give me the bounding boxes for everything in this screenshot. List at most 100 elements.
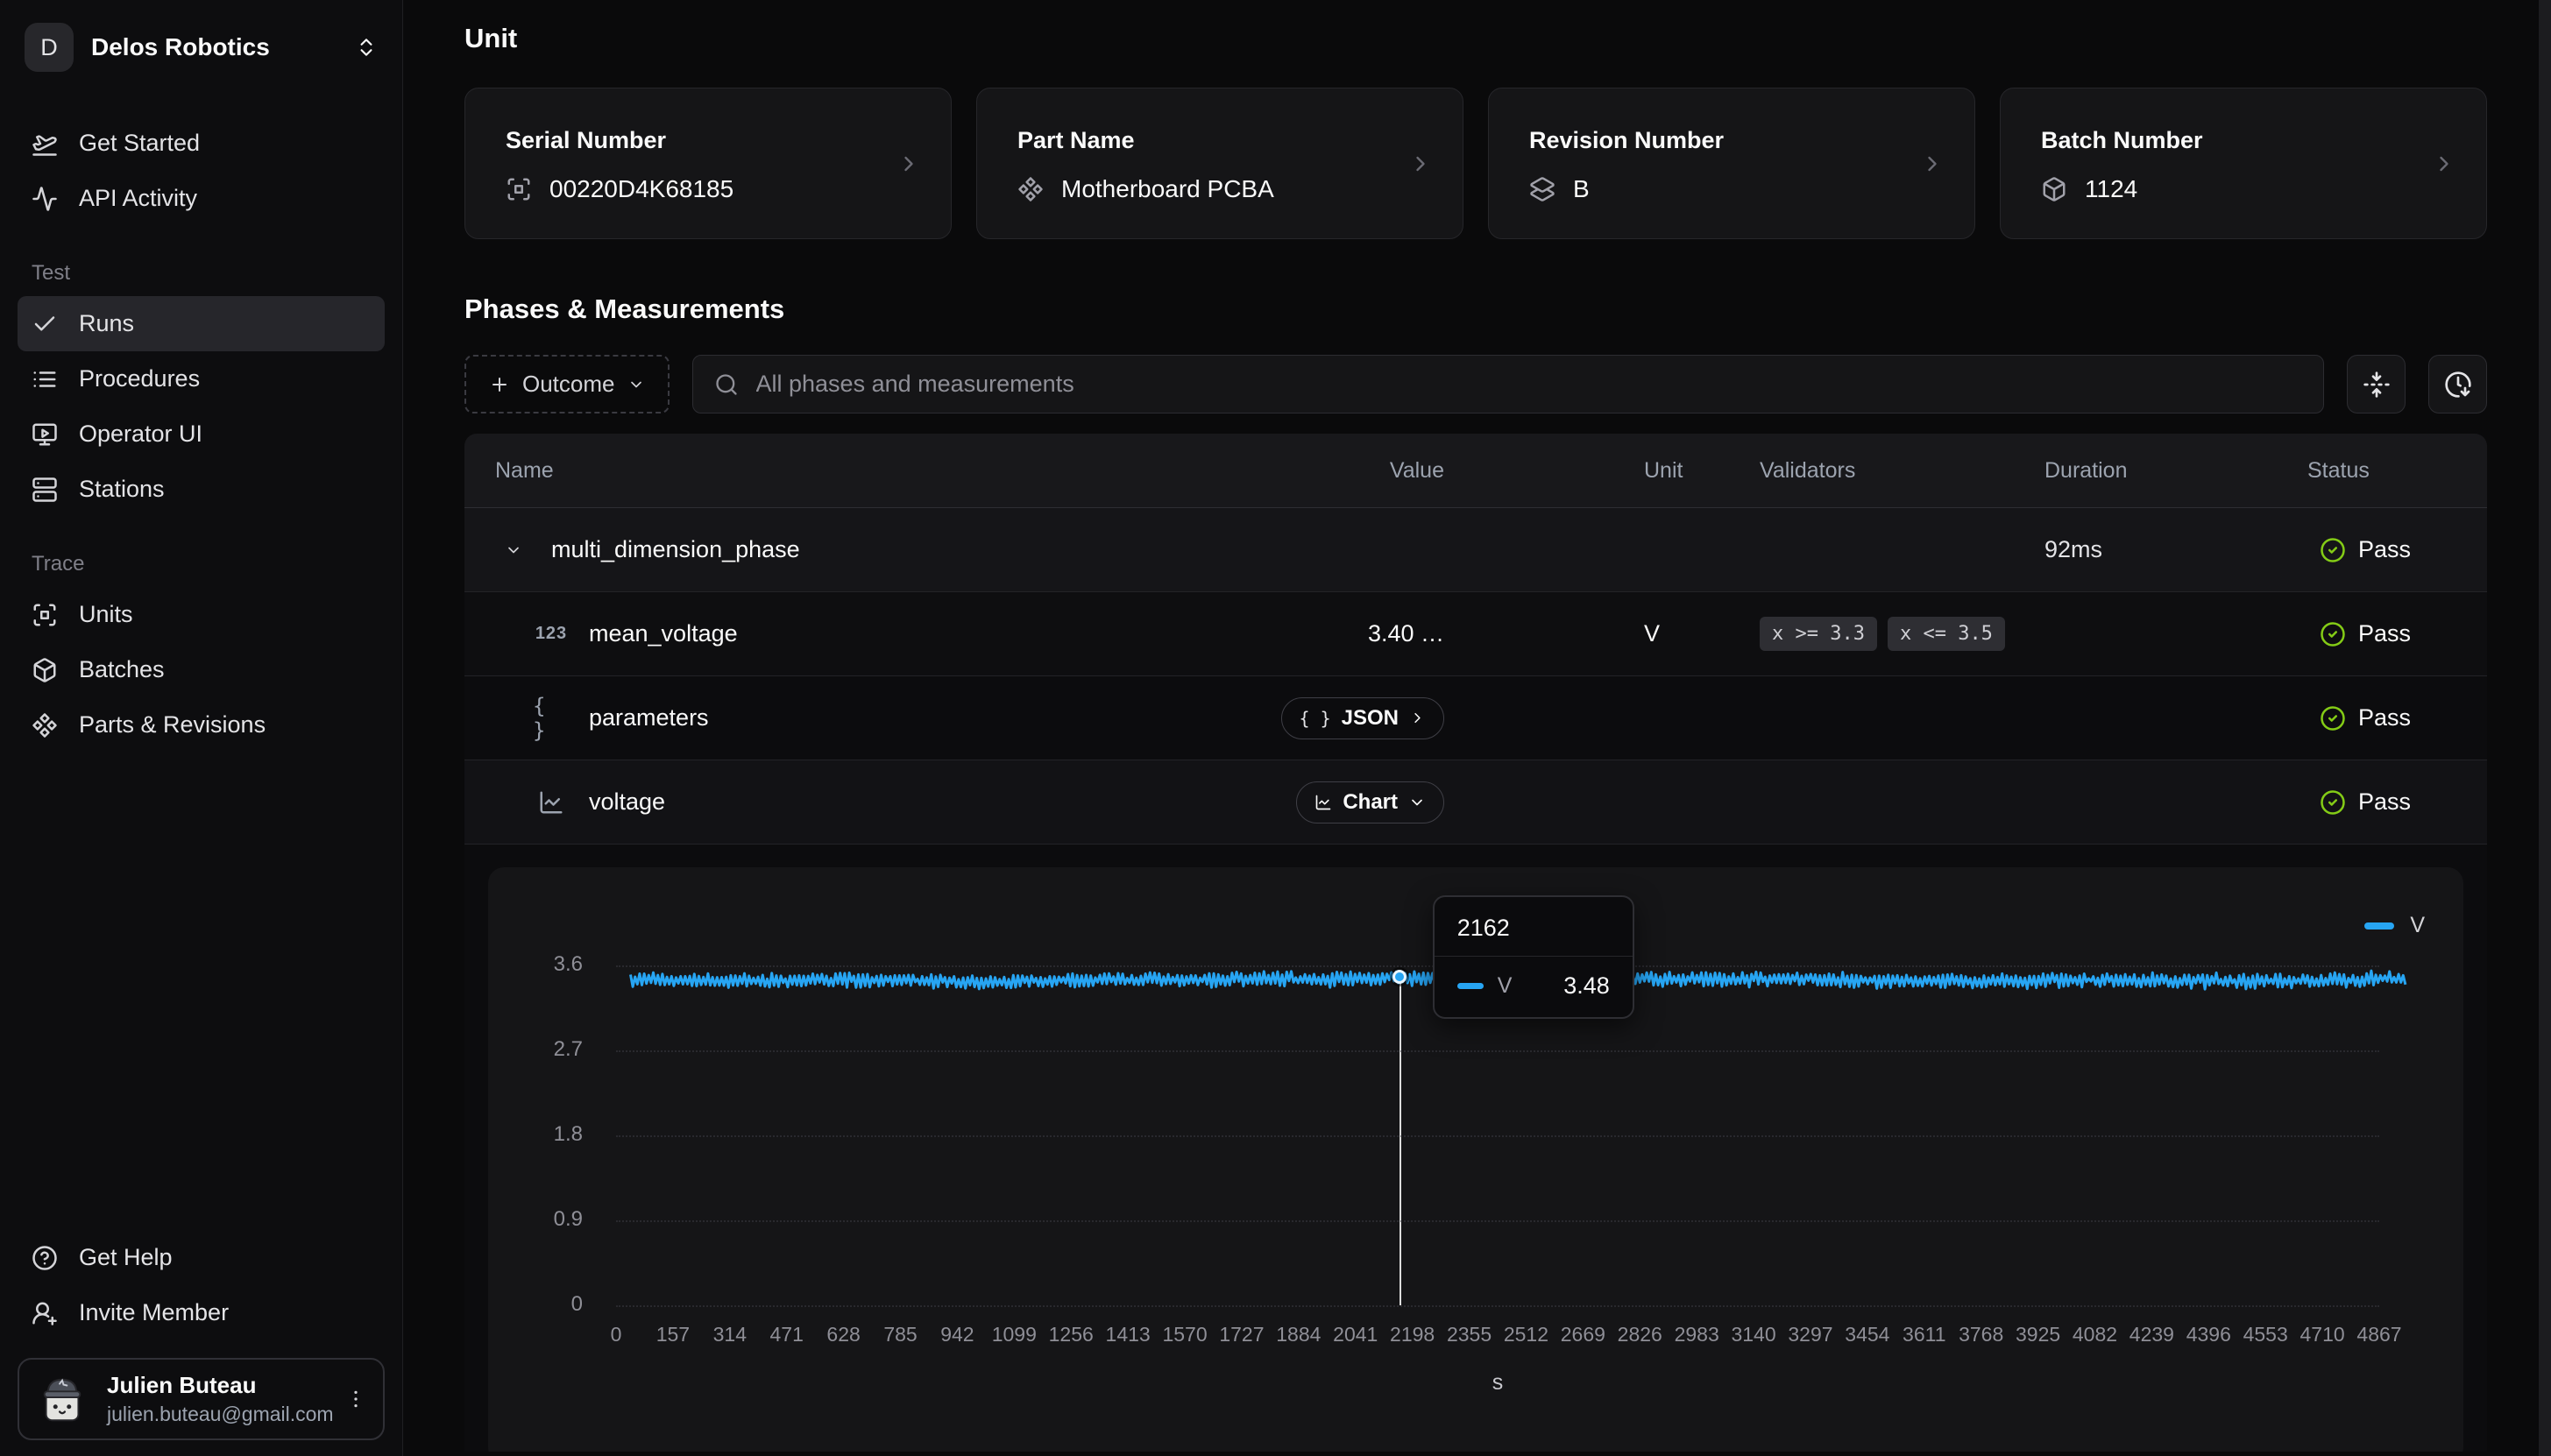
sidebar-item-batches[interactable]: Batches [18,642,385,697]
search-box[interactable] [692,355,2325,413]
sidebar-item-label: Get Started [79,130,200,157]
x-tick-label: 471 [770,1323,804,1346]
voltage-chart[interactable]: V 2162 V 3.48 s 3.62.71.80.90015731 [488,867,2463,1452]
sidebar-item-label: Units [79,601,133,628]
sidebar-item-stations[interactable]: Stations [18,462,385,517]
y-tick-label: 0 [513,1292,583,1317]
revision-number-value: B [1573,175,1590,203]
search-input[interactable] [756,371,2303,398]
scan-icon [32,602,58,628]
table-row-phase[interactable]: multi_dimension_phase 92ms Pass [464,508,2487,592]
card-batch-number[interactable]: Batch Number 1124 [2000,88,2487,239]
y-tick-label: 1.8 [513,1122,583,1147]
card-part-name[interactable]: Part Name Motherboard PCBA [976,88,1463,239]
tooltip-series-value: 3.48 [1563,972,1610,1000]
chevrons-up-down-icon[interactable] [355,36,378,59]
plus-icon [489,374,510,395]
chevron-right-icon [2432,152,2456,176]
x-tick-label: 3611 [1903,1323,1945,1346]
tooltip-series-name: V [1498,973,1513,999]
y-tick-label: 3.6 [513,952,583,977]
app-root: D Delos Robotics Get Started API Activit… [0,0,2551,1456]
x-tick-label: 1727 [1219,1323,1264,1346]
x-tick-label: 785 [883,1323,917,1346]
sidebar-item-operator-ui[interactable]: Operator UI [18,406,385,462]
col-header-duration: Duration [2044,458,2307,484]
sidebar-item-invite-member[interactable]: Invite Member [18,1285,385,1340]
x-tick-label: 1570 [1162,1323,1207,1346]
sidebar-item-get-help[interactable]: Get Help [18,1230,385,1285]
circle-check-icon [2320,621,2346,647]
voltage-chart-section: V 2162 V 3.48 s 3.62.71.80.90015731 [464,845,2487,1452]
sidebar: D Delos Robotics Get Started API Activit… [0,0,403,1456]
x-tick-label: 1413 [1106,1323,1151,1346]
chevron-down-icon [1408,794,1426,811]
card-serial-number[interactable]: Serial Number 00220D4K68185 [464,88,952,239]
sidebar-item-get-started[interactable]: Get Started [18,116,385,171]
x-tick-label: 2512 [1504,1323,1548,1346]
json-view-button[interactable]: { } JSON [1281,697,1444,739]
x-tick-label: 1256 [1049,1323,1094,1346]
layers-icon [1529,176,1555,202]
x-tick-label: 2041 [1333,1323,1378,1346]
sidebar-item-label: Procedures [79,365,200,392]
col-header-unit: Unit [1444,458,1760,484]
chart-crosshair [1400,982,1401,1305]
sidebar-item-runs[interactable]: Runs [18,296,385,351]
chevron-down-icon [627,376,645,393]
x-tick-label: 2198 [1390,1323,1435,1346]
chart-hover-point [1392,970,1407,984]
measurement-name: parameters [589,704,709,732]
avatar [35,1372,89,1426]
sidebar-item-units[interactable]: Units [18,587,385,642]
sidebar-item-label: Operator UI [79,421,202,448]
card-label: Part Name [1017,127,1422,154]
activity-icon [32,186,58,212]
sidebar-item-api-activity[interactable]: API Activity [18,171,385,226]
sidebar-item-label: Invite Member [79,1299,229,1326]
history-button[interactable] [2428,355,2487,413]
measurement-value: 3.40 … [1102,620,1444,647]
table-row-voltage[interactable]: voltage Chart Pass [464,760,2487,845]
card-revision-number[interactable]: Revision Number B [1488,88,1975,239]
x-tick-label: 4082 [2073,1323,2117,1346]
x-tick-label: 2983 [1675,1323,1719,1346]
outcome-label: Outcome [522,371,615,398]
user-email: julien.buteau@gmail.com [107,1403,327,1426]
col-header-value: Value [1102,458,1444,484]
circle-help-icon [32,1245,58,1271]
table-row-parameters[interactable]: { } parameters { } JSON Pass [464,676,2487,760]
table-row-mean-voltage[interactable]: 123 mean_voltage 3.40 … V x >= 3.3 x <= … [464,592,2487,676]
fold-vertical-icon [2363,371,2391,399]
list-icon [32,366,58,392]
validator-badge: x <= 3.5 [1888,617,2005,651]
validator-badge: x >= 3.3 [1760,617,1877,651]
measurement-unit: V [1444,620,1760,647]
sidebar-section-trace: Trace [18,552,385,576]
circle-check-icon [2320,705,2346,732]
outcome-filter-button[interactable]: Outcome [464,355,670,413]
x-tick-label: 4867 [2356,1323,2401,1346]
x-tick-label: 4710 [2300,1323,2345,1346]
sidebar-item-parts-revisions[interactable]: Parts & Revisions [18,697,385,753]
sidebar-item-procedures[interactable]: Procedures [18,351,385,406]
x-tick-label: 157 [656,1323,690,1346]
ellipsis-vertical-icon[interactable] [344,1388,367,1410]
x-tick-label: 1099 [992,1323,1037,1346]
chevron-down-icon[interactable] [495,541,532,559]
x-tick-label: 4553 [2243,1323,2288,1346]
x-axis-label: s [1492,1370,1504,1396]
server-icon [32,477,58,503]
collapse-all-button[interactable] [2347,355,2406,413]
user-menu[interactable]: Julien Buteau julien.buteau@gmail.com [18,1358,385,1440]
chart-view-button[interactable]: Chart [1296,781,1444,823]
chart-line-icon [1314,794,1332,811]
gridline [616,1220,2379,1222]
tooltip-x-value: 2162 [1435,897,1633,957]
validators: x >= 3.3 x <= 3.5 [1760,617,2044,651]
org-switcher[interactable]: D Delos Robotics [18,18,385,77]
monitor-play-icon [32,421,58,448]
x-tick-label: 628 [826,1323,860,1346]
page-scrollbar[interactable] [2539,0,2551,1456]
sidebar-item-label: Runs [79,310,134,337]
